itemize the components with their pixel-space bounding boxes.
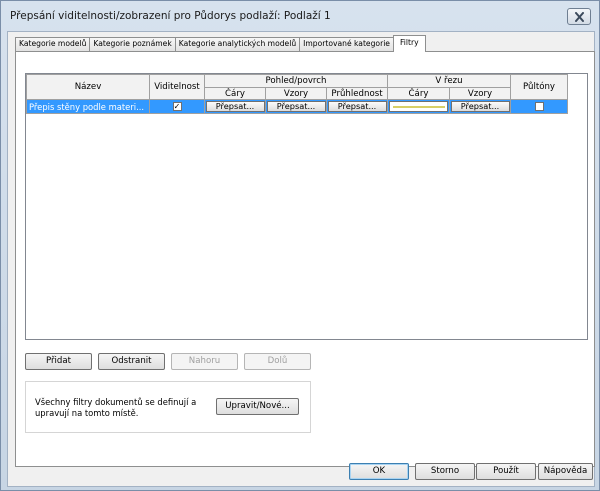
filters-grid: Název Viditelnost Pohled/povrch V řezu P… (25, 73, 588, 340)
override-projection-patterns-button[interactable]: Přepsat... (266, 101, 326, 112)
visibility-cell: ✓ (149, 99, 205, 114)
remove-button[interactable]: Odstranit (98, 353, 165, 370)
edit-new-button[interactable]: Upravit/Nové... (216, 398, 299, 415)
apply-button[interactable]: Použít (476, 463, 536, 480)
filters-note-text: Všechny filtry dokumentů se definují a u… (35, 397, 197, 418)
ok-button[interactable]: OK (349, 463, 409, 480)
help-button[interactable]: Nápověda (538, 463, 593, 480)
tab-filters[interactable]: Filtry (392, 35, 426, 52)
halftone-checkbox[interactable] (534, 102, 544, 111)
dialog-body: Kategorie modelů Kategorie poznámek Kate… (7, 31, 595, 487)
dialog-title: Přepsání viditelnosti/zobrazení pro Půdo… (10, 10, 331, 22)
column-header-halftone[interactable]: Půltóny (510, 74, 568, 100)
override-dialog: Přepsání viditelnosti/zobrazení pro Půdo… (0, 0, 600, 491)
close-button[interactable] (567, 8, 591, 25)
column-header-name[interactable]: Název (26, 74, 150, 100)
tab-model-categories[interactable]: Kategorie modelů (15, 37, 91, 51)
line-color-swatch (392, 105, 445, 108)
add-button[interactable]: Přidat (25, 353, 92, 370)
column-header-projection-lines[interactable]: Čáry (204, 87, 266, 100)
column-group-cut: V řezu (387, 74, 511, 88)
checkmark-icon: ✓ (173, 101, 181, 111)
visibility-checkbox[interactable]: ✓ (172, 101, 182, 111)
override-cut-patterns-button[interactable]: Přepsat... (450, 101, 510, 112)
transparency-cell: Přepsat... (326, 99, 388, 114)
filters-note-box: Všechny filtry dokumentů se definují a u… (25, 381, 311, 433)
cut-lines-swatch-button[interactable] (389, 101, 448, 112)
filter-row[interactable]: Přepis stěny podle materi... ✓ Přepsat..… (26, 99, 568, 114)
column-header-cut-lines[interactable]: Čáry (387, 87, 450, 100)
close-icon (574, 11, 584, 22)
tab-imported-categories[interactable]: Importované kategorie (299, 37, 394, 51)
cancel-button[interactable]: Storno (415, 463, 475, 480)
tab-analytical-model-categories[interactable]: Kategorie analytických modelů (174, 37, 301, 51)
column-header-projection-patterns[interactable]: Vzory (265, 87, 327, 100)
tab-strip: Kategorie modelů Kategorie poznámek Kate… (15, 35, 426, 52)
filter-name-cell[interactable]: Přepis stěny podle materi... (26, 99, 150, 114)
filters-panel: Název Viditelnost Pohled/povrch V řezu P… (15, 51, 595, 467)
projection-patterns-cell: Přepsat... (265, 99, 327, 114)
move-up-button[interactable]: Nahoru (171, 353, 238, 370)
tab-annotation-categories[interactable]: Kategorie poznámek (89, 37, 176, 51)
move-down-button[interactable]: Dolů (244, 353, 311, 370)
title-bar[interactable]: Přepsání viditelnosti/zobrazení pro Půdo… (1, 1, 599, 31)
column-header-cut-patterns[interactable]: Vzory (449, 87, 511, 100)
override-projection-lines-button[interactable]: Přepsat... (205, 101, 265, 112)
cut-patterns-cell: Přepsat... (449, 99, 511, 114)
projection-lines-cell: Přepsat... (204, 99, 266, 114)
column-header-visibility[interactable]: Viditelnost (149, 74, 205, 100)
column-header-transparency[interactable]: Průhlednost (326, 87, 388, 100)
halftone-cell (510, 99, 568, 114)
cut-lines-cell (387, 99, 450, 114)
override-transparency-button[interactable]: Přepsat... (327, 101, 387, 112)
column-group-projection: Pohled/povrch (204, 74, 388, 88)
